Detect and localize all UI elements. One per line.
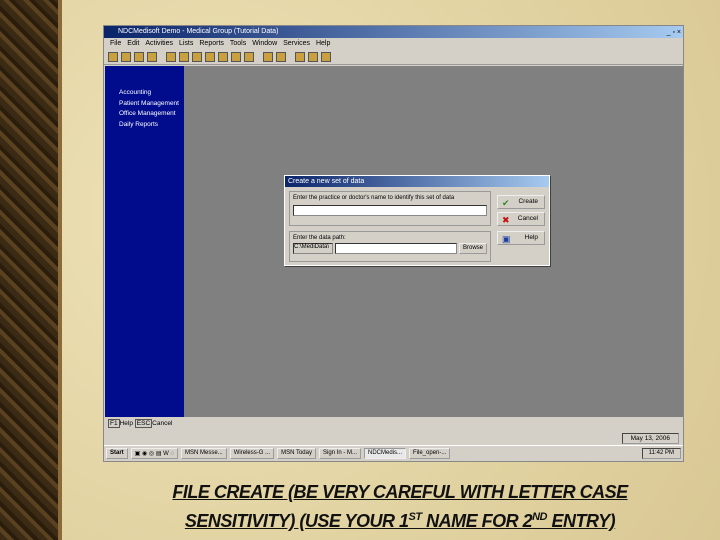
taskbar-item-active[interactable]: NDCMedis...: [364, 448, 407, 459]
sidebar-item-office-management[interactable]: Office Management: [119, 109, 184, 120]
toolbar-icon[interactable]: [263, 52, 273, 62]
menu-edit[interactable]: Edit: [127, 38, 139, 50]
path-group: Enter the data path: C:\MediData\ Browse: [289, 231, 491, 262]
path-label: Enter the data path:: [293, 235, 346, 241]
esc-key: ESC: [134, 419, 153, 428]
data-path-input[interactable]: [335, 243, 457, 254]
decorative-border: [0, 0, 62, 540]
check-icon: ✔: [502, 198, 510, 208]
menu-reports[interactable]: Reports: [199, 38, 224, 50]
practice-name-input[interactable]: [293, 205, 487, 216]
menu-services[interactable]: Services: [283, 38, 310, 50]
quick-launch[interactable]: ▣ ◉ ◎ ▤ W ◌: [130, 448, 179, 459]
menu-window[interactable]: Window: [252, 38, 277, 50]
create-button[interactable]: ✔ Create: [497, 195, 545, 209]
caption-text: NAME FOR 2: [421, 511, 533, 531]
sidebar: Accounting Patient Management Office Man…: [105, 66, 184, 417]
status-bar: F1 Help ESC Cancel May 13, 2006: [104, 417, 683, 447]
toolbar-icon[interactable]: [134, 52, 144, 62]
caption-text: ENTRY): [547, 511, 616, 531]
cancel-button[interactable]: ✖ Cancel: [497, 212, 545, 226]
caption-line-1: FILE CREATE (BE VERY CAREFUL WITH LETTER…: [172, 482, 628, 502]
menu-activities[interactable]: Activities: [145, 38, 173, 50]
toolbar-icon[interactable]: [295, 52, 305, 62]
toolbar-icon[interactable]: [244, 52, 254, 62]
title-bar: NDCMedisoft Demo - Medical Group (Tutori…: [104, 26, 683, 38]
caption-sup: ST: [408, 511, 423, 523]
toolbar-icon[interactable]: [205, 52, 215, 62]
taskbar-item[interactable]: Wireless-G ...: [229, 448, 275, 459]
taskbar-item[interactable]: MSN Today: [277, 448, 316, 459]
menu-help[interactable]: Help: [316, 38, 330, 50]
toolbar-icon[interactable]: [179, 52, 189, 62]
f1-key: F1: [108, 419, 120, 428]
toolbar-icon[interactable]: [108, 52, 118, 62]
cancel-icon: ✖: [502, 215, 510, 225]
taskbar: Start ▣ ◉ ◎ ▤ W ◌ MSN Messe... Wireless-…: [104, 445, 683, 461]
name-label: Enter the practice or doctor's name to i…: [293, 195, 455, 201]
toolbar-icon[interactable]: [308, 52, 318, 62]
taskbar-item[interactable]: Sign In - M...: [318, 448, 361, 459]
caption-line-2: SENSITIVITY) (USE YOUR 1ST NAME FOR 2ND …: [145, 505, 655, 534]
help-hint: Help: [119, 420, 133, 427]
exit-icon[interactable]: [321, 52, 331, 62]
toolbar-icon[interactable]: [166, 52, 176, 62]
menu-lists[interactable]: Lists: [179, 38, 193, 50]
sidebar-item-accounting[interactable]: Accounting: [119, 88, 184, 99]
help-label: Help: [524, 234, 538, 241]
cancel-label: Cancel: [517, 215, 538, 222]
caption-text: SENSITIVITY) (USE YOUR 1: [184, 511, 409, 531]
toolbar-icon[interactable]: [147, 52, 157, 62]
status-date: May 13, 2006: [621, 433, 679, 444]
caption-sup: ND: [532, 511, 547, 523]
taskbar-item[interactable]: File_open-...: [409, 448, 451, 459]
sidebar-item-daily-reports[interactable]: Daily Reports: [119, 120, 184, 131]
help-icon: ▣: [502, 234, 511, 244]
window-title: NDCMedisoft Demo - Medical Group (Tutori…: [118, 28, 279, 35]
toolbar-icon[interactable]: [218, 52, 228, 62]
toolbar: [104, 50, 683, 65]
sidebar-item-patient-management[interactable]: Patient Management: [119, 99, 184, 110]
taskbar-item[interactable]: MSN Messe...: [181, 448, 227, 459]
create-data-dialog: Create a new set of data Enter the pract…: [284, 175, 550, 266]
slide-caption: FILE CREATE (BE VERY CAREFUL WITH LETTER…: [145, 480, 655, 534]
system-tray-clock[interactable]: 11:42 PM: [641, 448, 681, 459]
dialog-title: Create a new set of data: [285, 176, 549, 187]
cancel-hint: Cancel: [152, 420, 173, 427]
toolbar-icon[interactable]: [192, 52, 202, 62]
menu-tools[interactable]: Tools: [230, 38, 246, 50]
path-prefix: C:\MediData\: [293, 243, 333, 254]
menu-bar: File Edit Activities Lists Reports Tools…: [104, 38, 683, 50]
name-group: Enter the practice or doctor's name to i…: [289, 191, 491, 226]
start-button[interactable]: Start: [106, 448, 128, 459]
window-controls[interactable]: _ ▫ ×: [667, 27, 681, 39]
menu-file[interactable]: File: [110, 38, 121, 50]
toolbar-icon[interactable]: [276, 52, 286, 62]
toolbar-icon[interactable]: [121, 52, 131, 62]
create-label: Create: [518, 198, 538, 205]
toolbar-icon[interactable]: [231, 52, 241, 62]
help-button[interactable]: ▣ Help: [497, 231, 545, 245]
browse-button[interactable]: Browse: [458, 243, 487, 254]
